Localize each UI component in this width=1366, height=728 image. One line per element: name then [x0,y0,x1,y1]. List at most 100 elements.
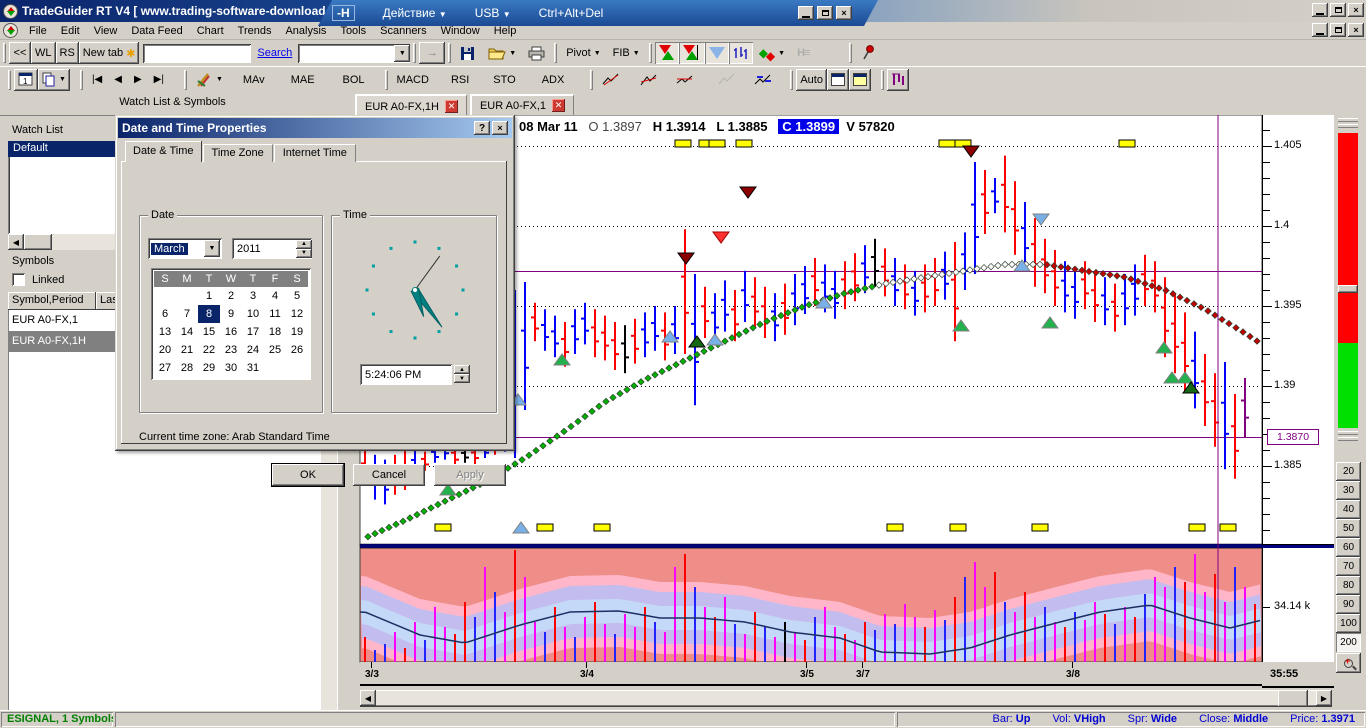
trendline-3-button[interactable] [670,69,700,91]
calendar-day-9[interactable]: 9 [220,305,242,323]
toolbar-grip[interactable] [3,43,6,63]
toolbar-grip[interactable] [790,70,793,90]
chevron-down-icon[interactable]: ▼ [204,240,220,257]
calendar-day-8[interactable]: 8 [198,305,220,323]
mav-button[interactable]: MAv [237,69,271,91]
month-combobox[interactable]: March ▼ [148,238,222,259]
scale-button-100[interactable]: 100 [1336,614,1361,633]
vm-grip-icon[interactable]: -H [332,5,355,21]
pivot-button[interactable]: Pivot▼ [560,42,606,64]
scale-button-80[interactable]: 80 [1336,576,1361,595]
calendar-day-10[interactable]: 10 [242,305,264,323]
vm-minimize-button[interactable] [798,6,814,20]
range-slider-thumb[interactable] [1338,285,1358,293]
toolbar-grip[interactable] [649,43,652,63]
vm-close-button[interactable]: × [836,6,852,20]
adx-button[interactable]: ADX [536,69,571,91]
new-chart-window-button[interactable]: 1 [14,69,38,91]
restore-button[interactable] [1330,3,1346,17]
calendar-day-24[interactable]: 24 [242,341,264,359]
menu-data-feed[interactable]: Data Feed [124,23,189,39]
tab-close-icon[interactable]: ✕ [552,99,565,112]
spin-up-icon[interactable]: ▲ [454,365,470,374]
last-bar-button[interactable]: ▶| [148,69,170,91]
chart-tab-eur-a0-fx-1h[interactable]: EUR A0-FX,1H✕ [355,94,467,117]
calendar-day-25[interactable]: 25 [264,341,286,359]
collapse-panel-button[interactable]: << [9,42,31,64]
open-button[interactable]: ▼ [482,42,522,64]
rs-button[interactable]: RS [56,42,79,64]
calendar-day-28[interactable]: 28 [176,359,198,377]
cancel-button[interactable]: Cancel [353,464,425,486]
fib-button[interactable]: FIB▼ [607,42,646,64]
calendar-day-12[interactable]: 12 [286,305,308,323]
save-button[interactable] [454,42,482,64]
search-link[interactable]: Search [251,47,298,59]
mdi-system-icon[interactable] [3,23,18,38]
linked-checkbox[interactable] [12,273,25,286]
vm-ctrl-alt-del[interactable]: Ctrl+Alt+Del [539,6,604,20]
spin-down-icon[interactable]: ▼ [454,374,470,383]
dialog-tab-time-zone[interactable]: Time Zone [203,144,273,162]
search-combobox[interactable]: ▼ [298,44,410,63]
calendar-day-30[interactable]: 30 [220,359,242,377]
ok-button[interactable]: OK [272,464,344,486]
price-axis-area[interactable]: 1.4051.41.3951.391.3851.3870 [1262,115,1334,546]
calendar-day-31[interactable]: 31 [242,359,264,377]
toolbar-grip[interactable] [590,70,593,90]
volume-histogram-button[interactable] [887,69,909,91]
toolbar-grip[interactable] [554,43,557,63]
year-spinner[interactable]: 2011 ▲▼ [232,238,312,259]
studies-button[interactable]: ▼ [190,69,229,91]
scroll-left-icon[interactable]: ◀ [360,690,376,706]
watchlist-button[interactable]: WL [31,42,56,64]
calendar-day-16[interactable]: 16 [220,323,242,341]
calendar-day-20[interactable]: 20 [154,341,176,359]
prev-bar-button[interactable]: ◀ [108,69,128,91]
copy-button[interactable]: ▼ [38,69,70,91]
price-axis[interactable]: 1.4051.41.3951.391.3851.3870 34.14 k 35:… [1262,115,1334,710]
scroll-left-icon[interactable]: ◀ [8,234,24,250]
sto-button[interactable]: STO [487,69,521,91]
dialog-tab-internet-time[interactable]: Internet Time [274,144,356,162]
vm-restore-button[interactable] [817,6,833,20]
grid-layout-yellow-button[interactable] [849,69,871,91]
calendar-day-2[interactable]: 2 [220,287,242,305]
toolbar-grip[interactable] [413,43,416,63]
calendar[interactable]: SMTWTFS 12345678910111213141516171819202… [151,268,311,380]
chevron-down-icon[interactable]: ▼ [394,45,410,62]
calendar-day-6[interactable]: 6 [154,305,176,323]
chart-tab-eur-a0-fx-1[interactable]: EUR A0-FX,1✕ [470,94,574,115]
grid-layout-button[interactable] [827,69,849,91]
signal-markers-button[interactable] [655,42,679,64]
calendar-day-3[interactable]: 3 [242,287,264,305]
calendar-day-4[interactable]: 4 [264,287,286,305]
scroll-right-icon[interactable]: ▶ [1316,690,1332,706]
toolbar-grip[interactable] [385,70,388,90]
calendar-day-29[interactable]: 29 [198,359,220,377]
calendar-day-1[interactable]: 1 [198,287,220,305]
scale-button-200[interactable]: 200 [1336,633,1361,652]
mae-button[interactable]: MAE [285,69,321,91]
scale-button-50[interactable]: 50 [1336,519,1361,538]
toolbar-grip[interactable] [448,43,451,63]
calendar-day-26[interactable]: 26 [286,341,308,359]
print-button[interactable] [522,42,551,64]
scale-button-90[interactable]: 90 [1336,595,1361,614]
calendar-day-19[interactable]: 19 [286,323,308,341]
calendar-day-13[interactable]: 13 [154,323,176,341]
signal-flag-button[interactable] [679,42,705,64]
first-bar-button[interactable]: |◀ [86,69,108,91]
calendar-day-5[interactable]: 5 [286,287,308,305]
trend-channel-button[interactable] [748,69,778,91]
slider-bottom-cap[interactable] [1338,437,1358,441]
close-icon[interactable]: × [492,121,508,135]
scale-button-40[interactable]: 40 [1336,500,1361,519]
calendar-day-14[interactable]: 14 [176,323,198,341]
calendar-day-17[interactable]: 17 [242,323,264,341]
mdi-restore-button[interactable] [1330,23,1346,37]
next-bar-button[interactable]: ▶ [128,69,148,91]
blue-triangle-button[interactable] [705,42,729,64]
pin-button[interactable] [855,42,881,64]
toolbar-grip[interactable] [80,70,83,90]
